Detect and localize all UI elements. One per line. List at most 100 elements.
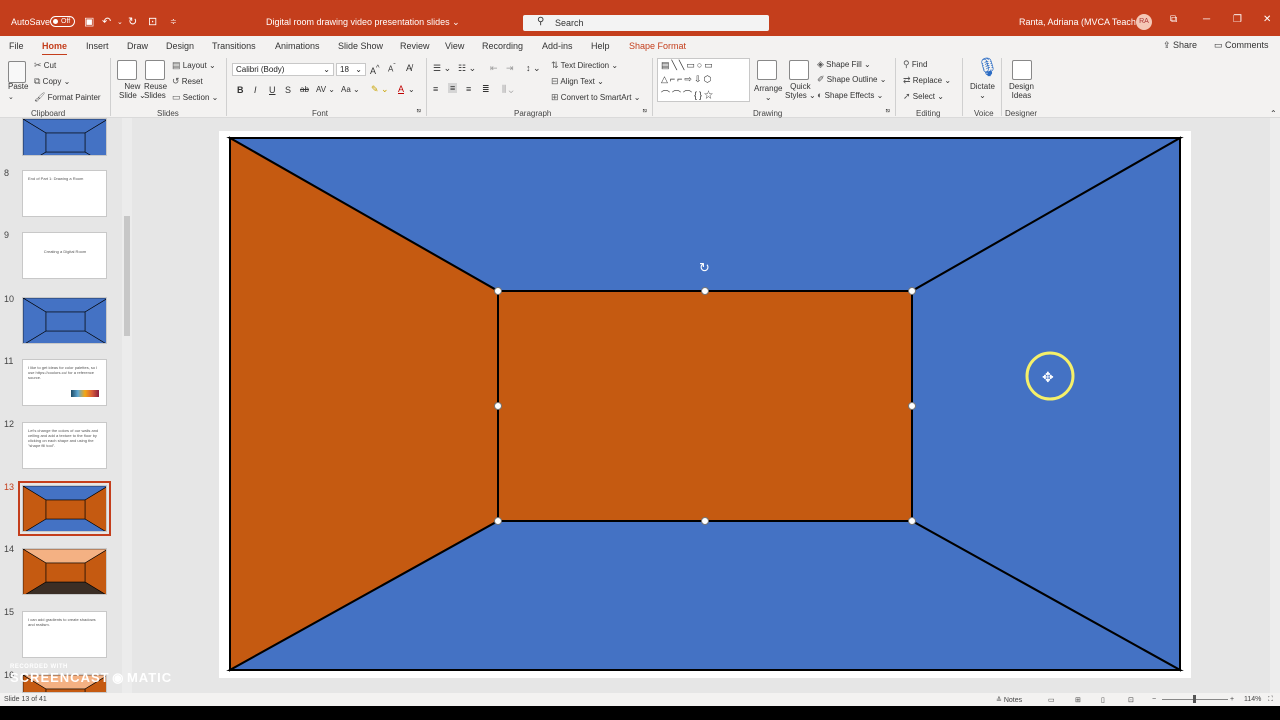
slide-thumbnail[interactable] [22,118,107,156]
layout-button[interactable]: ▤ Layout ⌄ [172,60,216,71]
thumbnail-scrollbar[interactable] [122,118,132,693]
comments-button[interactable]: ▭ Comments [1211,38,1272,53]
resize-handle[interactable] [494,402,502,410]
slide-scrollbar[interactable] [1270,118,1280,693]
font-name-select[interactable]: Calibri (Body) ⌄ [232,63,334,76]
numbering-icon[interactable]: ☷ ⌄ [458,63,476,74]
section-button[interactable]: ▭ Section ⌄ [172,92,218,103]
fit-slide-icon[interactable]: ⛶ [1268,696,1273,704]
minimize-icon[interactable]: ─ [1203,14,1210,25]
tab-review[interactable]: Review [400,41,430,51]
undo-icon[interactable]: ↶ [102,15,111,28]
zoom-level[interactable]: 114% [1244,696,1261,703]
tab-file[interactable]: File [9,41,24,51]
design-ideas-button[interactable]: Design Ideas [1009,82,1034,100]
zoom-in-button[interactable]: + [1230,696,1234,703]
reset-button[interactable]: ↺ Reset [172,76,203,87]
customize-qat-icon[interactable]: ≑ [170,17,177,26]
share-button[interactable]: ⇪ Share [1160,38,1200,53]
shape-outline-button[interactable]: ✐ Shape Outline ⌄ [817,74,886,85]
font-color-icon[interactable]: A [398,84,404,94]
reading-view-icon[interactable]: ▯ [1101,696,1105,704]
drawing-dialog-launcher-icon[interactable]: ⧅ [886,108,890,115]
convert-smartart-button[interactable]: ⊞ Convert to SmartArt ⌄ [551,92,640,103]
shape-fill-button[interactable]: ◈ Shape Fill ⌄ [817,59,871,70]
find-button[interactable]: ⚲ Find [903,59,927,70]
quick-styles-icon[interactable] [789,60,809,80]
shapes-gallery[interactable]: ▤╲╲▭○▭ △⌐⌐⇨⇩⬡ ⌒⌒⌒{}☆ [657,58,750,102]
search-box[interactable]: ⚲ Search [523,15,769,31]
notes-button[interactable]: ≙ Notes [996,696,1022,704]
slide-thumbnail[interactable] [22,548,107,595]
increase-indent-icon[interactable]: ⇥ [506,63,514,74]
thumbnail-scrollbar-thumb[interactable] [124,216,130,336]
back-wall-shape[interactable] [497,290,913,522]
maximize-icon[interactable]: ❐ [1233,14,1242,25]
zoom-slider-thumb[interactable] [1193,695,1196,703]
slideshow-view-icon[interactable]: ⊡ [1128,696,1134,704]
font-size-select[interactable]: 18 ⌄ [336,63,366,76]
tab-view[interactable]: View [445,41,464,51]
shapes-row-2[interactable]: △⌐⌐⇨⇩⬡ [661,74,713,85]
tab-insert[interactable]: Insert [86,41,109,51]
tab-design[interactable]: Design [166,41,194,51]
clear-formatting-icon[interactable]: A̸ [406,63,412,73]
save-icon[interactable]: ▣ [84,15,94,28]
resize-handle[interactable] [908,517,916,525]
shadow-button[interactable]: S [285,85,291,95]
cut-button[interactable]: ✂ Cut [34,60,56,71]
reuse-slides-icon[interactable] [145,60,165,80]
font-color-dropdown-icon[interactable]: ⌄ [408,85,415,94]
tab-transitions[interactable]: Transitions [212,41,256,51]
align-text-button[interactable]: ⊟ Align Text ⌄ [551,76,604,87]
bullets-icon[interactable]: ☰ ⌄ [433,63,451,74]
tab-shape-format[interactable]: Shape Format [629,41,686,51]
slide-thumbnail[interactable]: Creating a Digital Room [22,232,107,279]
tab-home[interactable]: Home [42,41,68,56]
present-icon[interactable]: ⊡ [148,15,157,28]
paste-dropdown-icon[interactable]: ⌄ [8,93,14,101]
user-name[interactable]: Ranta, Adriana (MVCA Teacher) [1019,17,1147,27]
design-ideas-icon[interactable] [1012,60,1032,80]
change-case-icon[interactable]: Aa ⌄ [341,85,360,94]
tab-help[interactable]: Help [591,41,610,51]
document-title[interactable]: Digital room drawing video presentation … [266,17,460,28]
paragraph-dialog-launcher-icon[interactable]: ⧅ [643,108,647,115]
decrease-font-icon[interactable]: Aˇ [388,63,396,74]
strikethrough-button[interactable]: ab [300,85,309,94]
slide-thumbnail[interactable]: I like to get ideas for color palettes, … [22,359,107,406]
quick-styles-button[interactable]: Quick Styles ⌄ [785,82,816,100]
align-right-icon[interactable]: ≡ [466,84,471,94]
copy-button[interactable]: ⧉ Copy ⌄ [34,76,70,87]
slide-thumbnail[interactable] [22,297,107,344]
tab-add-ins[interactable]: Add-ins [542,41,573,51]
ribbon-display-icon[interactable]: ⧉ [1170,14,1177,25]
autosave-toggle[interactable]: Off [50,16,75,27]
character-spacing-icon[interactable]: AV ⌄ [316,85,335,94]
arrange-icon[interactable] [757,60,777,80]
resize-handle[interactable] [908,402,916,410]
slide-thumbnail[interactable]: Let's change the colors of our walls and… [22,422,107,469]
resize-handle[interactable] [701,517,709,525]
italic-button[interactable]: I [254,85,257,95]
microphone-icon[interactable]: 🎙 [976,57,999,78]
paste-button[interactable]: Paste [8,82,28,91]
align-center-icon[interactable]: ≡ [448,83,458,93]
new-slide-icon[interactable] [117,60,137,80]
shape-effects-button[interactable]: ◐ Shape Effects ⌄ [817,90,883,100]
normal-view-icon[interactable]: ▭ [1048,696,1055,704]
font-dialog-launcher-icon[interactable]: ⧅ [417,108,421,115]
shapes-row-1[interactable]: ▤╲╲▭○▭ [661,60,715,71]
new-slide-button[interactable]: New Slide ⌄ [119,82,146,100]
underline-button[interactable]: U [269,85,276,95]
highlight-icon[interactable]: ✎ ⌄ [371,84,389,95]
tab-recording[interactable]: Recording [482,41,523,51]
shapes-row-3[interactable]: ⌒⌒⌒{}☆ [661,88,715,101]
tab-slide-show[interactable]: Slide Show [338,41,383,51]
tab-draw[interactable]: Draw [127,41,148,51]
reuse-slides-button[interactable]: Reuse Slides [144,82,167,100]
tab-animations[interactable]: Animations [275,41,320,51]
paste-icon[interactable] [8,61,26,83]
select-button[interactable]: ➚ Select ⌄ [903,91,944,102]
slide-canvas[interactable]: ↻ ✥ [219,131,1191,678]
